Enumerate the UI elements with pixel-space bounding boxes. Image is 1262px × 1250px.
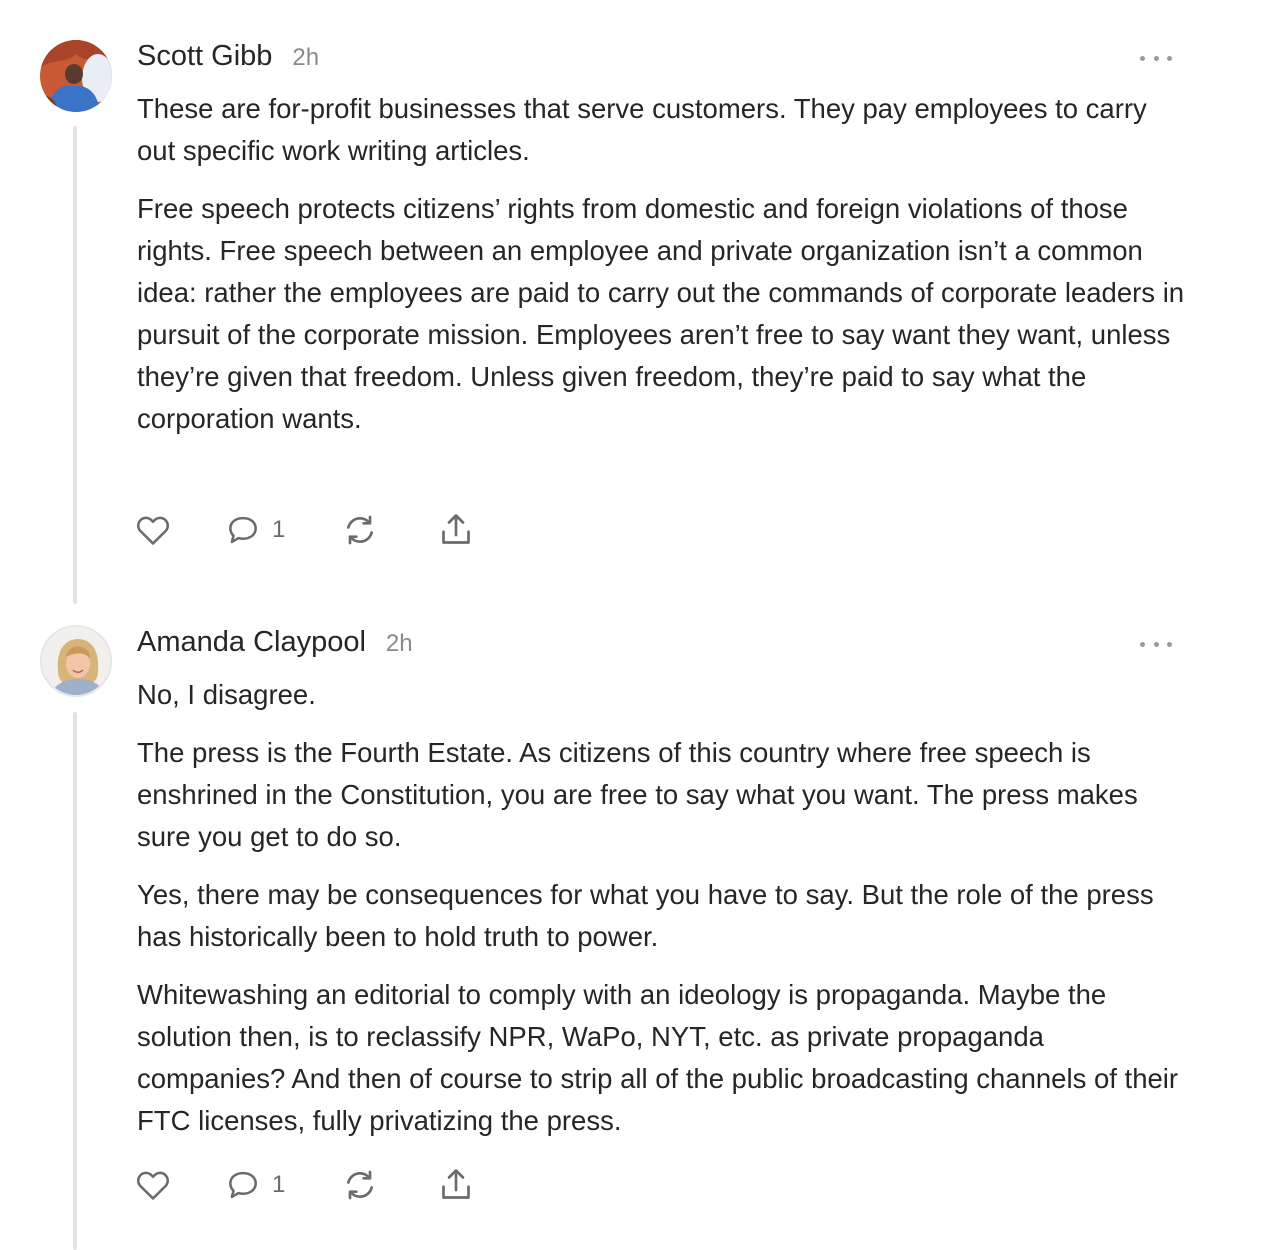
thread-line: [73, 712, 77, 1250]
share-icon: [442, 514, 470, 544]
more-dots-icon: [1153, 55, 1159, 61]
comment-body: No, I disagree. The press is the Fourth …: [137, 674, 1187, 1158]
share-button[interactable]: [436, 1163, 476, 1207]
comment-paragraph: Whitewashing an editorial to comply with…: [137, 979, 1179, 1136]
more-dots-icon: [1140, 641, 1145, 647]
comment-paragraph: No, I disagree.: [137, 679, 316, 710]
timestamp[interactable]: 2h: [292, 44, 319, 72]
thread-line: [73, 126, 77, 604]
like-button[interactable]: [134, 508, 172, 552]
author-name[interactable]: Scott Gibb: [137, 40, 272, 73]
restack-button[interactable]: [340, 508, 380, 552]
author-row: Scott Gibb 2h: [137, 40, 319, 80]
restack-button[interactable]: [340, 1163, 380, 1207]
author-name[interactable]: Amanda Claypool: [137, 626, 366, 659]
timestamp[interactable]: 2h: [386, 630, 413, 658]
author-row: Amanda Claypool 2h: [137, 626, 413, 666]
reply-button[interactable]: 1: [224, 1163, 285, 1207]
more-dots-icon: [1153, 641, 1159, 647]
comment-paragraph: Free speech protects citizens’ rights fr…: [137, 193, 1185, 434]
more-dots-icon: [1167, 641, 1172, 647]
comment-paragraph: The press is the Fourth Estate. As citiz…: [137, 737, 1138, 852]
share-icon: [442, 1169, 470, 1199]
more-dots-icon: [1140, 55, 1145, 61]
heart-icon: [137, 516, 169, 545]
more-dots-icon: [1167, 55, 1172, 61]
restack-icon: [347, 515, 373, 545]
comment-body: These are for-profit businesses that ser…: [137, 88, 1187, 456]
reply-button[interactable]: 1: [224, 508, 285, 552]
avatar[interactable]: [40, 40, 112, 112]
like-button[interactable]: [134, 1163, 172, 1207]
restack-icon: [347, 1170, 373, 1200]
comment-paragraph: Yes, there may be consequences for what …: [137, 879, 1154, 952]
avatar-photo: [42, 627, 110, 695]
avatar-photo: [40, 40, 112, 112]
avatar[interactable]: [40, 625, 112, 697]
more-options-button[interactable]: [1140, 636, 1172, 652]
comment-paragraph: These are for-profit businesses that ser…: [137, 93, 1147, 166]
comment-bubble-icon: [229, 1171, 257, 1199]
reply-count: 1: [272, 1171, 286, 1198]
more-options-button[interactable]: [1140, 50, 1172, 66]
share-button[interactable]: [436, 508, 476, 552]
comment-bubble-icon: [229, 516, 257, 544]
heart-icon: [137, 1171, 169, 1200]
reply-count: 1: [272, 516, 286, 543]
